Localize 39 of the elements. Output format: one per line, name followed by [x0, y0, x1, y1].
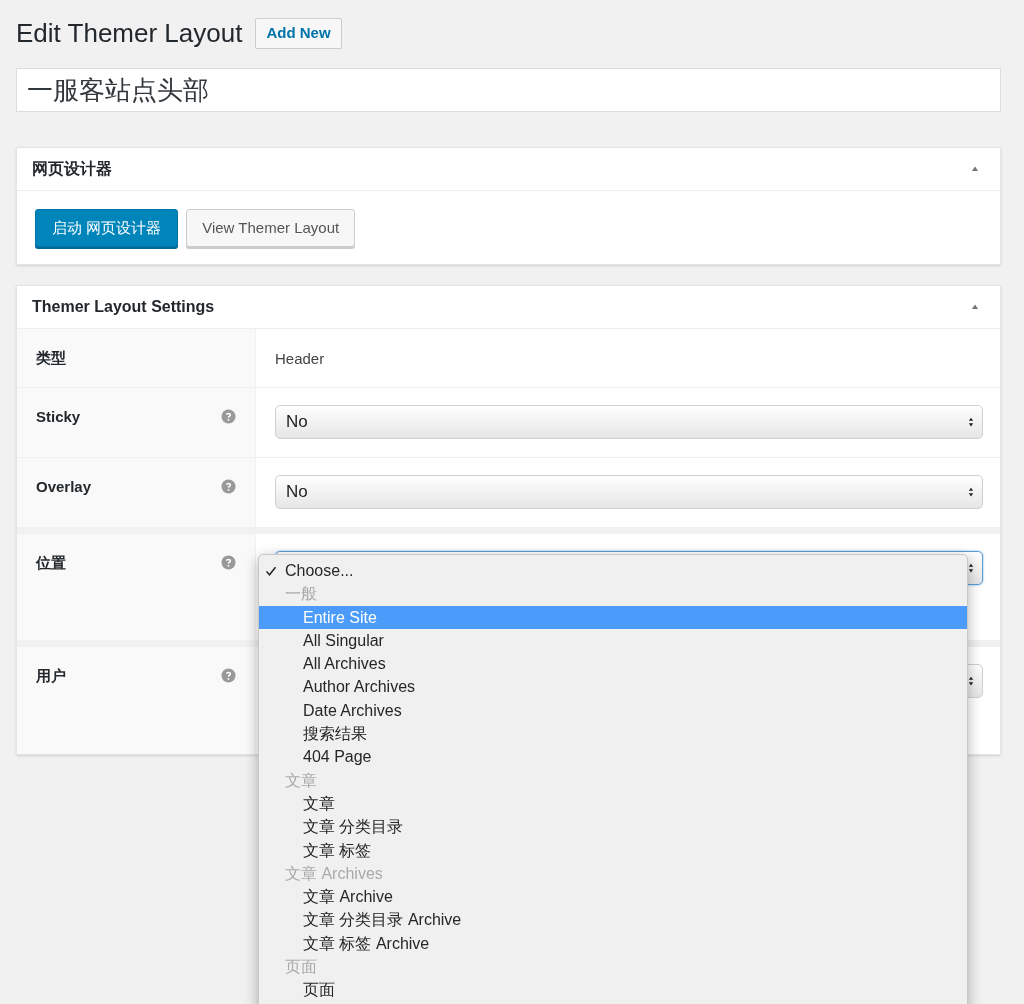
field-label: 类型	[36, 348, 66, 368]
updown-arrows-icon	[966, 674, 976, 688]
option-group-label: 页面	[284, 957, 318, 978]
dropdown-option[interactable]: Author Archives	[259, 675, 967, 699]
dropdown-option[interactable]: 文章 标签 Archive	[259, 931, 967, 956]
updown-arrows-icon	[966, 561, 976, 575]
metabox-title: Themer Layout Settings	[32, 297, 215, 317]
field-label: Sticky	[36, 407, 81, 427]
select-field[interactable]: No	[275, 475, 983, 509]
type-value: Header	[275, 350, 325, 367]
add-new-button[interactable]: Add New	[255, 17, 342, 49]
dropdown-option[interactable]: All Singular	[259, 628, 967, 653]
launch-builder-button[interactable]: 启动 网页设计器	[35, 209, 179, 247]
updown-arrows-icon	[966, 415, 976, 429]
dropdown-option[interactable]: Date Archives	[259, 698, 967, 723]
collapse-icon[interactable]	[970, 164, 980, 174]
option-group-label: 文章	[284, 770, 318, 791]
option-group-label: 文章 Archives	[284, 863, 384, 884]
dropdown-option[interactable]: 文章 分类目录 Archive	[259, 908, 967, 932]
dropdown-option[interactable]: All Archives	[259, 652, 967, 676]
field-label: 位置	[36, 553, 66, 573]
dropdown-option[interactable]: 404 Page	[259, 745, 967, 769]
updown-arrows-icon	[966, 485, 976, 499]
select-field[interactable]: No	[275, 405, 983, 439]
dropdown-option[interactable]: 文章 Archive	[259, 885, 967, 909]
dropdown-option[interactable]: 文章	[259, 791, 967, 816]
view-layout-button[interactable]: View Themer Layout	[186, 209, 356, 247]
dropdown-option[interactable]: 搜索结果	[259, 722, 967, 746]
checkmark-icon	[265, 565, 277, 577]
dropdown-option[interactable]: 文章 分类目录	[259, 815, 967, 839]
page-title: Edit Themer Layout	[16, 17, 243, 50]
field-label: 用户	[36, 666, 66, 686]
title-field[interactable]: 一服客站点头部	[16, 68, 1001, 112]
collapse-icon[interactable]	[970, 302, 980, 312]
metabox-title: 网页设计器	[32, 159, 112, 179]
dropdown-option[interactable]: 页面	[259, 978, 967, 1002]
dropdown-option[interactable]: Choose...	[259, 559, 967, 583]
field-label: Overlay	[36, 477, 92, 497]
dropdown-option[interactable]: 文章 标签	[259, 838, 967, 862]
